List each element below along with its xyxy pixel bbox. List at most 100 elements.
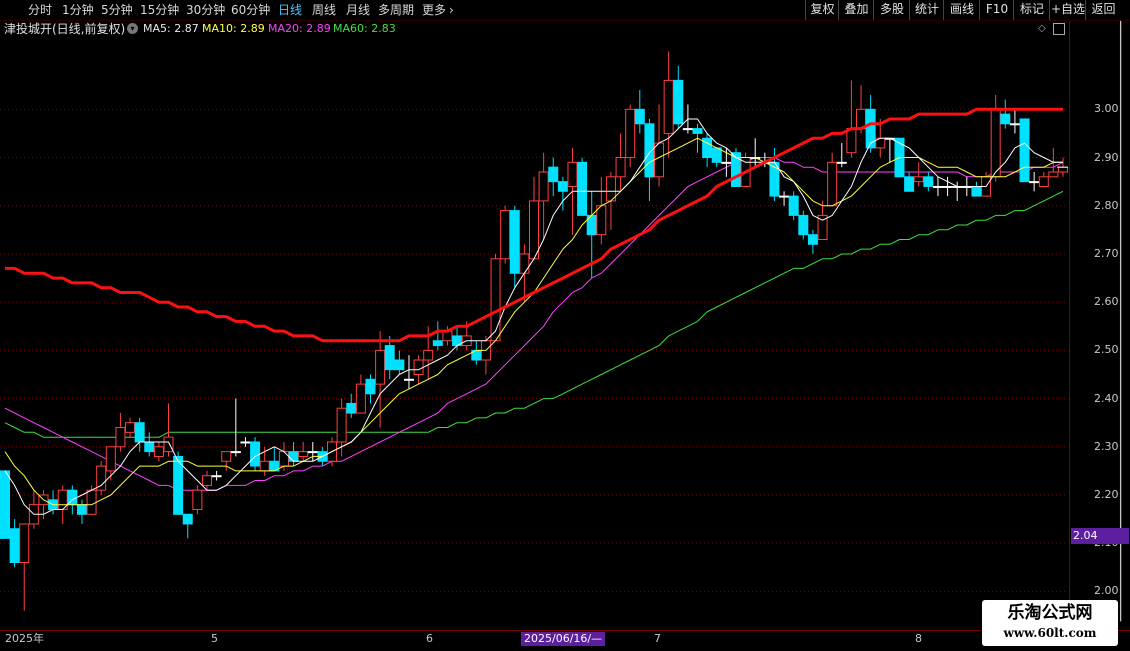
toolbar-button-6[interactable]: 标记 <box>1013 0 1050 20</box>
candle[interactable] <box>913 162 924 187</box>
candle[interactable] <box>836 143 847 168</box>
candle[interactable] <box>750 138 761 168</box>
candle[interactable] <box>336 398 347 457</box>
candle[interactable] <box>932 176 943 197</box>
candle[interactable] <box>211 470 222 481</box>
toolbar-button-7[interactable]: +自选 <box>1049 0 1086 20</box>
candle[interactable] <box>798 210 809 240</box>
candle[interactable] <box>538 152 549 240</box>
candle[interactable] <box>240 437 251 447</box>
candle[interactable] <box>788 191 799 221</box>
candle[interactable] <box>432 321 443 351</box>
candle[interactable] <box>288 441 299 467</box>
candle[interactable] <box>192 485 203 515</box>
candle[interactable] <box>76 499 87 524</box>
candle[interactable] <box>500 205 511 264</box>
side-panel-glyph: ▏ <box>1120 217 1130 232</box>
candle[interactable] <box>529 176 539 260</box>
side-panel-glyph: ▏ <box>1120 502 1130 517</box>
candle[interactable] <box>596 176 607 245</box>
candle[interactable] <box>1000 99 1011 129</box>
candle[interactable] <box>28 490 39 529</box>
toolbar-button-5[interactable]: F10 <box>979 0 1014 20</box>
candle[interactable] <box>663 51 674 158</box>
candle[interactable] <box>1029 171 1040 192</box>
stock-title[interactable]: 津投城开(日线,前复权) <box>4 21 125 37</box>
close-box-icon[interactable] <box>1053 23 1065 35</box>
period-tab-9[interactable]: 多周期 <box>378 1 414 19</box>
candle[interactable] <box>480 335 491 375</box>
candle[interactable] <box>625 104 636 168</box>
candle[interactable] <box>153 441 164 462</box>
candle[interactable] <box>144 432 155 457</box>
price-tick-label: 2.60 <box>1094 295 1119 309</box>
chevron-right-icon[interactable]: › <box>449 1 454 19</box>
period-tab-2[interactable]: 5分钟 <box>101 1 133 19</box>
candle[interactable] <box>702 133 713 168</box>
candle[interactable] <box>634 90 645 134</box>
candle[interactable] <box>923 171 934 192</box>
price-tick-label: 2.90 <box>1094 150 1119 164</box>
candle[interactable] <box>490 253 501 342</box>
candle[interactable] <box>1019 118 1030 183</box>
candle[interactable] <box>548 157 559 197</box>
candle[interactable] <box>971 181 982 197</box>
candle[interactable] <box>615 133 626 192</box>
period-tab-7[interactable]: 周线 <box>312 1 336 19</box>
candle[interactable] <box>230 398 241 457</box>
candle[interactable] <box>471 340 482 365</box>
candle[interactable] <box>827 152 838 207</box>
candle[interactable] <box>269 446 280 472</box>
period-tab-1[interactable]: 1分钟 <box>62 1 94 19</box>
candle[interactable] <box>452 326 463 351</box>
period-tab-8[interactable]: 月线 <box>346 1 370 19</box>
candle[interactable] <box>403 355 414 389</box>
period-tab-6[interactable]: 日线 <box>278 1 302 19</box>
candle[interactable] <box>644 118 655 201</box>
candle[interactable] <box>904 171 915 192</box>
candle[interactable] <box>673 65 684 129</box>
candle[interactable] <box>394 350 405 375</box>
candle[interactable] <box>807 229 818 254</box>
candle[interactable] <box>884 137 895 163</box>
toolbar-button-2[interactable]: 多股 <box>873 0 910 20</box>
toolbar-button-4[interactable]: 画线 <box>943 0 980 20</box>
candle[interactable] <box>577 157 588 216</box>
candle[interactable] <box>509 205 520 288</box>
side-panel-glyph: ▏ <box>1120 562 1130 577</box>
chevron-down-icon[interactable]: ▾ <box>127 23 138 34</box>
candle[interactable] <box>0 470 10 539</box>
candle[interactable] <box>346 393 357 418</box>
candle[interactable] <box>250 437 261 471</box>
period-tab-4[interactable]: 30分钟 <box>186 1 225 19</box>
price-tick-label: 3.00 <box>1094 102 1119 116</box>
candle[interactable] <box>298 441 309 462</box>
candle[interactable] <box>711 147 722 168</box>
candle[interactable] <box>384 335 395 380</box>
candle[interactable] <box>9 519 20 568</box>
candle[interactable] <box>1038 171 1049 187</box>
candle[interactable] <box>654 104 665 187</box>
candle[interactable] <box>19 523 30 611</box>
candle[interactable] <box>1009 109 1020 134</box>
period-tab-10[interactable]: 更多 <box>422 1 446 19</box>
candle[interactable] <box>355 374 366 414</box>
kline-chart[interactable] <box>0 37 1068 630</box>
toolbar-button-1[interactable]: 叠加 <box>838 0 874 20</box>
candle[interactable] <box>846 80 857 158</box>
toolbar-button-0[interactable]: 复权 <box>805 0 839 20</box>
candle[interactable] <box>365 374 376 404</box>
diamond-icon[interactable]: ◇ <box>1038 23 1047 34</box>
period-tab-0[interactable]: 分时 <box>28 1 52 19</box>
candle[interactable] <box>115 413 126 452</box>
candle[interactable] <box>125 417 136 438</box>
candle[interactable] <box>96 461 107 496</box>
candle[interactable] <box>779 191 790 206</box>
candle[interactable] <box>182 513 193 539</box>
period-tab-5[interactable]: 60分钟 <box>231 1 270 19</box>
toolbar-button-3[interactable]: 统计 <box>909 0 944 20</box>
period-tab-3[interactable]: 15分钟 <box>140 1 179 19</box>
toolbar-button-8[interactable]: 返回 <box>1085 0 1121 20</box>
candle-body <box>346 402 357 414</box>
candle-body <box>711 147 722 163</box>
